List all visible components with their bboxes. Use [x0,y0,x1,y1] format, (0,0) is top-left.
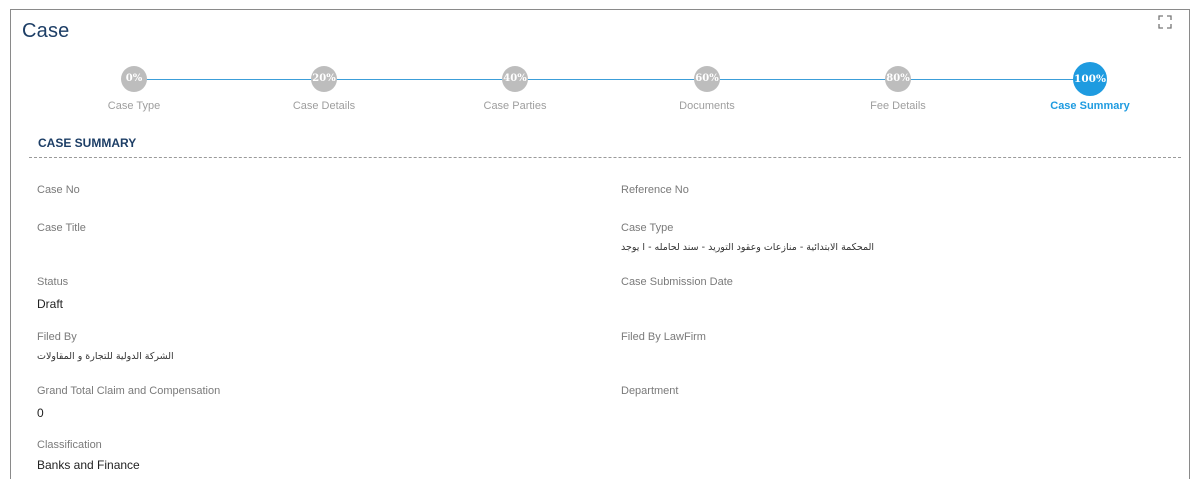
step-circle: 40% [502,66,528,92]
step-circle: 100% [1073,62,1107,96]
field-classification: Classification Banks and Finance [37,439,140,472]
step-documents[interactable]: 60% Documents [632,66,782,112]
step-case-type[interactable]: 0% Case Type [59,66,209,112]
field-status: Status Draft [37,276,68,311]
field-value: Draft [37,297,64,311]
field-value: المحكمة الابتدائية - منازعات وعقود التور… [621,242,875,253]
field-label: Filed By [37,331,77,343]
field-value: 0 [37,406,44,420]
field-reference-no: Reference No [621,184,689,205]
field-case-type: Case Type المحكمة الابتدائية - منازعات و… [621,222,874,253]
section-divider [29,157,1181,158]
field-filed-by: Filed By الشركة الدولية للتجارة و المقاو… [37,331,174,362]
step-label: Case Details [292,100,356,112]
page-title: Case [22,20,70,42]
field-label: Classification [37,439,102,451]
step-circle: 0% [121,66,147,92]
field-label: Case No [37,184,80,196]
field-value: Banks and Finance [37,458,140,472]
step-circle: 80% [885,66,911,92]
step-circle: 20% [311,66,337,92]
field-label: Reference No [621,184,689,196]
field-submission-date: Case Submission Date [621,276,733,297]
field-grand-total: Grand Total Claim and Compensation 0 [37,385,220,420]
field-department: Department [621,385,678,406]
field-label: Department [621,385,679,397]
field-value: الشركة الدولية للتجارة و المقاولات [37,351,174,362]
step-label: Fee Details [870,100,926,112]
field-label: Case Type [621,222,674,234]
field-label: Case Title [37,222,86,234]
step-label: Documents [679,100,735,112]
field-case-title: Case Title [37,222,86,243]
section-title: CASE SUMMARY [38,136,137,150]
field-label: Status [37,276,69,288]
step-circle: 60% [694,66,720,92]
step-label: Case Parties [483,100,547,112]
field-label: Case Submission Date [621,276,733,288]
field-case-no: Case No [37,184,80,205]
step-case-parties[interactable]: 40% Case Parties [440,66,590,112]
step-fee-details[interactable]: 80% Fee Details [823,66,973,112]
field-label: Filed By LawFirm [621,331,706,343]
step-label: Case Type [107,100,161,112]
field-filed-by-lawfirm: Filed By LawFirm [621,331,706,352]
step-label: Case Summary [1050,100,1130,112]
step-case-summary[interactable]: 100% Case Summary [1015,62,1165,112]
field-label: Grand Total Claim and Compensation [37,385,221,397]
step-case-details[interactable]: 20% Case Details [249,66,399,112]
expand-icon[interactable] [1158,15,1172,29]
